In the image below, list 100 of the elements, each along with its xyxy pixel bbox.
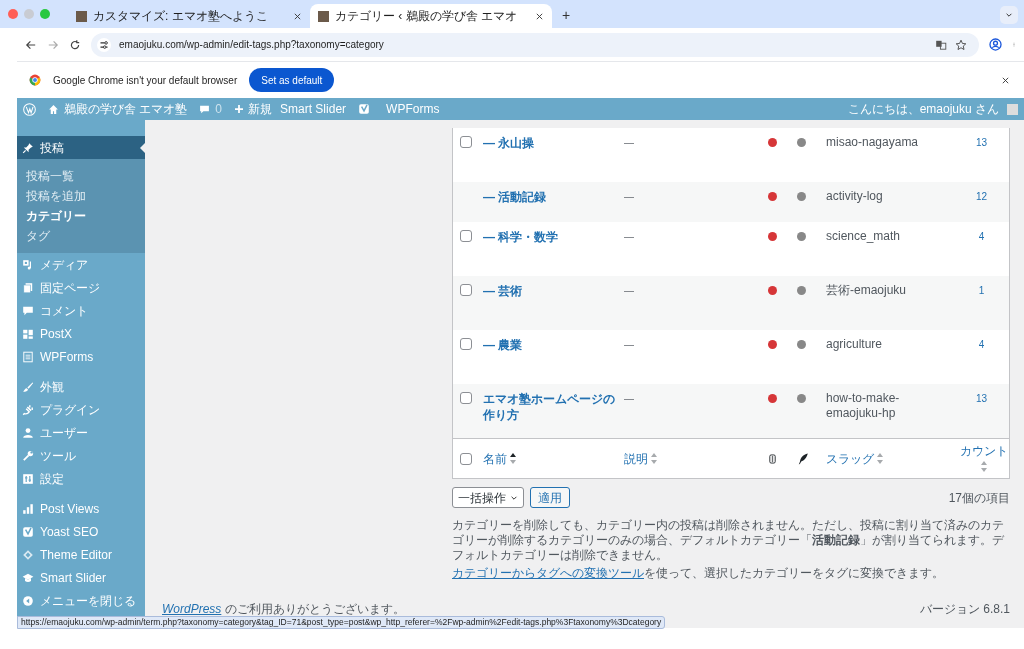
count-link[interactable]: 1 [978,285,985,296]
slug-cell: how-to-make-emaojuku-hp [826,391,900,420]
category-name-link[interactable]: — 永山操 [483,135,620,151]
submenu-item[interactable]: カテゴリー [17,206,145,226]
checkbox[interactable] [460,452,472,465]
set-default-button[interactable]: Set as default [249,68,335,92]
tab-title: カテゴリー ‹ 鵜殿の学び舎 エマオ [335,8,518,25]
reload-icon [69,38,81,51]
site-link[interactable]: 鵜殿の学び舎 エマオ塾 [48,100,188,118]
submenu-item[interactable]: 投稿を追加 [17,186,145,206]
checkbox[interactable] [460,338,472,350]
close-icon [293,11,302,21]
collapse-icon [22,594,34,607]
user-icon [22,426,34,439]
admin-bar-link[interactable]: WPForms [386,100,440,118]
column-header[interactable]: カウント [960,445,1008,472]
menu-item[interactable]: Smart Slider [17,566,145,589]
apply-button[interactable]: 適用 [530,487,570,508]
feather-icon [797,452,809,465]
translate-icon [935,38,947,51]
media-icon [22,258,34,271]
chevron-down-icon [1005,11,1013,19]
pin-icon [22,141,34,154]
graduation-cap-icon [22,571,34,584]
back-icon [25,38,37,51]
category-name-link[interactable]: — 農業 [483,337,620,353]
checkbox[interactable] [460,392,472,404]
yoast-icon [22,525,34,538]
checkbox[interactable] [460,230,472,242]
description-cell: — [624,339,634,350]
count-link[interactable]: 4 [978,339,985,350]
browser-tab[interactable]: カテゴリー ‹ 鵜殿の学び舎 エマオ [310,4,552,28]
browser-tab[interactable]: カスタマイズ: エマオ塾へようこ [68,4,310,28]
plus-icon [234,104,245,114]
item-count: 17個の項目 [948,489,1010,507]
category-name-link[interactable]: — 科学・数学 [483,229,620,245]
category-name-link[interactable]: エマオ塾ホームページの作り方 [483,391,620,423]
menu-item[interactable]: PostX [17,322,145,345]
greeting-text[interactable]: こんにちは、emaojuku さん [847,100,999,118]
avatar-icon[interactable] [1007,103,1018,115]
checkbox[interactable] [460,136,472,148]
menu-item[interactable]: コメント [17,299,145,322]
blocks-icon [22,327,34,340]
star-icon [955,38,967,51]
menu-item[interactable]: 固定ページ [17,276,145,299]
category-name-link[interactable]: — 活動記録 [483,189,620,205]
footer-thanks: WordPress のご利用ありがとうございます。 [162,601,405,618]
menu-item[interactable]: 設定 [17,467,145,490]
close-icon [535,11,544,21]
category-name-link[interactable]: — 芸術 [483,283,620,299]
menu-item[interactable]: Theme Editor [17,543,145,566]
description-cell: — [624,231,634,242]
bulk-action-select[interactable]: 一括操作 [452,487,524,508]
address-bar[interactable]: emaojuku.com/wp-admin/edit-tags.php?taxonomy=category [91,32,979,57]
menu-item[interactable]: 外観 [17,375,145,398]
menu-item[interactable]: Yoast SEO [17,520,145,543]
column-header[interactable]: 名前 [483,449,516,468]
menu-item[interactable]: 投稿 [17,136,145,159]
submenu-item[interactable]: タグ [17,226,145,246]
infobar-message: Google Chrome isn't your default browser [53,73,238,88]
new-tab-button[interactable]: + [562,4,571,28]
traffic-light-icon [768,451,777,466]
favicon-icon [76,10,87,22]
wordpress-link[interactable]: WordPress [162,602,222,616]
new-content-link[interactable]: 新規 [234,100,273,118]
current-indicator [140,143,145,153]
comment-icon [22,304,34,317]
close-icon [1001,75,1010,85]
column-header[interactable]: 説明 [624,449,657,468]
wordpress-logo-icon [23,102,36,116]
menu-item[interactable]: ユーザー [17,421,145,444]
slug-cell: 芸術-emaojuku [826,283,907,297]
brush-icon [22,380,34,393]
menu-item[interactable]: ツール [17,444,145,467]
plug-icon [22,403,34,416]
count-link[interactable]: 12 [975,191,988,202]
home-icon [48,103,59,115]
slug-cell: misao-nagayama [826,135,919,149]
submenu-item[interactable]: 投稿一覧 [17,166,145,186]
description-cell: — [624,191,634,202]
menu-item[interactable]: メニューを閉じる [17,589,145,612]
menu-item[interactable]: Post Views [17,497,145,520]
slug-cell: activity-log [826,189,883,203]
count-link[interactable]: 13 [975,137,988,148]
count-link[interactable]: 4 [978,231,985,242]
description-cell: — [624,393,634,404]
url-text: emaojuku.com/wp-admin/edit-tags.php?taxonomy=category [119,38,385,52]
converter-link[interactable]: カテゴリーからタグへの変換ツール [452,566,644,581]
column-header[interactable]: スラッグ [826,449,883,468]
menu-item[interactable]: メディア [17,253,145,276]
site-settings-icon [97,37,111,52]
admin-bar-link[interactable]: Smart Slider [280,100,347,118]
yoast-icon [358,103,371,115]
forward-icon [47,38,59,51]
menu-item[interactable]: プラグイン [17,398,145,421]
count-link[interactable]: 13 [975,393,988,404]
menu-item[interactable]: WPForms [17,345,145,368]
pages-icon [22,281,34,294]
checkbox[interactable] [460,284,472,296]
notice-text: カテゴリーを削除しても、カテゴリー内の投稿は削除されません。ただし、投稿に割り当て済みのカテゴリーが削除するカテゴリーのみの場合、デフォルトカテゴリー「活動記録」が割り当てられます。デフォルトカテゴリーは削除できません。 [452,518,1005,563]
